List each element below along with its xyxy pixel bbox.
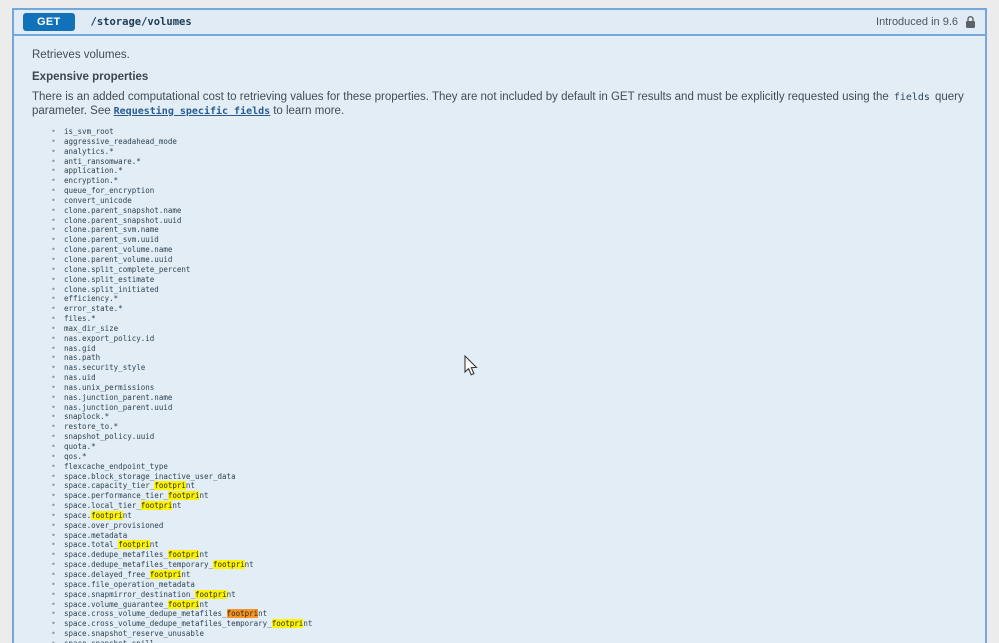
property-list-item: files.* bbox=[50, 314, 967, 324]
requesting-specific-fields-link[interactable]: Requesting specific fields bbox=[114, 106, 271, 117]
property-list-item: queue_for_encryption bbox=[50, 186, 967, 196]
endpoint-body: Retrieves volumes. Expensive properties … bbox=[14, 36, 985, 643]
property-list-item: space.metadata bbox=[50, 531, 967, 541]
property-list-item: nas.uid bbox=[50, 373, 967, 383]
property-list-item: restore_to.* bbox=[50, 422, 967, 432]
property-list-item: qos.* bbox=[50, 452, 967, 462]
paragraph-text: There is an added computational cost to … bbox=[32, 91, 889, 103]
search-active-match-highlight: footpri bbox=[226, 609, 259, 619]
search-match-highlight: footpri bbox=[140, 501, 173, 511]
property-list-item: clone.split_initiated bbox=[50, 285, 967, 295]
search-match-highlight: footpri bbox=[167, 550, 200, 560]
property-list-item: nas.junction_parent.uuid bbox=[50, 403, 967, 413]
property-list-item: space.cross_volume_dedupe_metafiles_foot… bbox=[50, 609, 967, 619]
fields-inline-code: fields bbox=[893, 92, 930, 103]
search-match-highlight: footpri bbox=[167, 599, 200, 609]
search-match-highlight: footpri bbox=[118, 540, 150, 550]
property-list-item: encryption.* bbox=[50, 176, 967, 186]
property-list-item: application.* bbox=[50, 166, 967, 176]
property-list-item: nas.junction_parent.name bbox=[50, 393, 967, 403]
search-match-highlight: footpri bbox=[154, 481, 186, 491]
lock-icon bbox=[965, 15, 976, 29]
property-list-item: clone.split_complete_percent bbox=[50, 265, 967, 275]
property-list-item: analytics.* bbox=[50, 147, 967, 157]
property-list-item: space.over_provisioned bbox=[50, 521, 967, 531]
expensive-properties-heading: Expensive properties bbox=[32, 71, 149, 83]
property-list-item: clone.parent_volume.name bbox=[50, 245, 967, 255]
property-list-item: space.snapshot_spill bbox=[50, 639, 967, 643]
property-list-item: space.block_storage_inactive_user_data bbox=[50, 472, 967, 482]
property-list-item: anti_ransomware.* bbox=[50, 157, 967, 167]
property-list-item: space.capacity_tier_footprint bbox=[50, 481, 967, 491]
endpoint-path: /storage/volumes bbox=[90, 16, 192, 28]
search-match-highlight: footpri bbox=[149, 569, 182, 579]
property-list-item: nas.path bbox=[50, 353, 967, 363]
property-list-item: snapshot_policy.uuid bbox=[50, 432, 967, 442]
expensive-properties-list: is_svm_rootaggressive_readahead_modeanal… bbox=[32, 127, 967, 643]
property-list-item: max_dir_size bbox=[50, 324, 967, 334]
introduced-version-label: Introduced in 9.6 bbox=[876, 16, 958, 28]
property-list-item: space.cross_volume_dedupe_metafiles_temp… bbox=[50, 619, 967, 629]
property-list-item: space.volume_guarantee_footprint bbox=[50, 599, 967, 610]
property-list-item: clone.parent_volume.uuid bbox=[50, 255, 967, 265]
http-method-badge: GET bbox=[23, 13, 75, 31]
property-list-item: space.dedupe_metafiles_temporary_footpri… bbox=[50, 560, 967, 570]
endpoint-panel: GET /storage/volumes Introduced in 9.6 R… bbox=[12, 8, 987, 643]
property-list-item: flexcache_endpoint_type bbox=[50, 462, 967, 472]
property-list-item: space.snapmirror_destination_footprint bbox=[50, 589, 967, 600]
property-list-item: space.footprint bbox=[50, 510, 967, 521]
property-list-item: nas.security_style bbox=[50, 363, 967, 373]
property-list-item: clone.parent_svm.uuid bbox=[50, 235, 967, 245]
expensive-properties-paragraph: There is an added computational cost to … bbox=[32, 91, 967, 118]
property-list-item: nas.unix_permissions bbox=[50, 383, 967, 393]
property-list-item: aggressive_readahead_mode bbox=[50, 137, 967, 147]
search-match-highlight: footpri bbox=[213, 560, 245, 570]
property-list-item: space.total_footprint bbox=[50, 540, 967, 550]
endpoint-header[interactable]: GET /storage/volumes Introduced in 9.6 bbox=[14, 10, 985, 36]
property-list-item: convert_unicode bbox=[50, 196, 967, 206]
property-list-item: space.dedupe_metafiles_footprint bbox=[50, 550, 967, 560]
property-list-item: space.delayed_free_footprint bbox=[50, 569, 967, 580]
property-list-item: nas.export_policy.id bbox=[50, 334, 967, 344]
property-list-item: clone.parent_svm.name bbox=[50, 225, 967, 235]
endpoint-description: Retrieves volumes. bbox=[32, 49, 130, 61]
property-list-item: nas.gid bbox=[50, 344, 967, 354]
property-list-item: space.performance_tier_footprint bbox=[50, 491, 967, 501]
search-match-highlight: footpri bbox=[194, 589, 227, 599]
property-list-item: clone.split_estimate bbox=[50, 275, 967, 285]
property-list-item: efficiency.* bbox=[50, 294, 967, 304]
property-list-item: error_state.* bbox=[50, 304, 967, 314]
property-list-item: snaplock.* bbox=[50, 412, 967, 422]
property-list-item: space.local_tier_footprint bbox=[50, 501, 967, 511]
paragraph-text: to learn more. bbox=[273, 104, 345, 117]
property-list-item: clone.parent_snapshot.name bbox=[50, 206, 967, 216]
search-match-highlight: footpri bbox=[271, 619, 304, 629]
search-match-highlight: footpri bbox=[167, 491, 200, 501]
property-list-item: space.snapshot_reserve_unusable bbox=[50, 629, 967, 639]
property-list-item: space.file_operation_metadata bbox=[50, 580, 967, 590]
property-list-item: quota.* bbox=[50, 442, 967, 452]
property-list-item: clone.parent_snapshot.uuid bbox=[50, 216, 967, 226]
property-list-item: is_svm_root bbox=[50, 127, 967, 137]
search-match-highlight: footpri bbox=[91, 510, 123, 520]
